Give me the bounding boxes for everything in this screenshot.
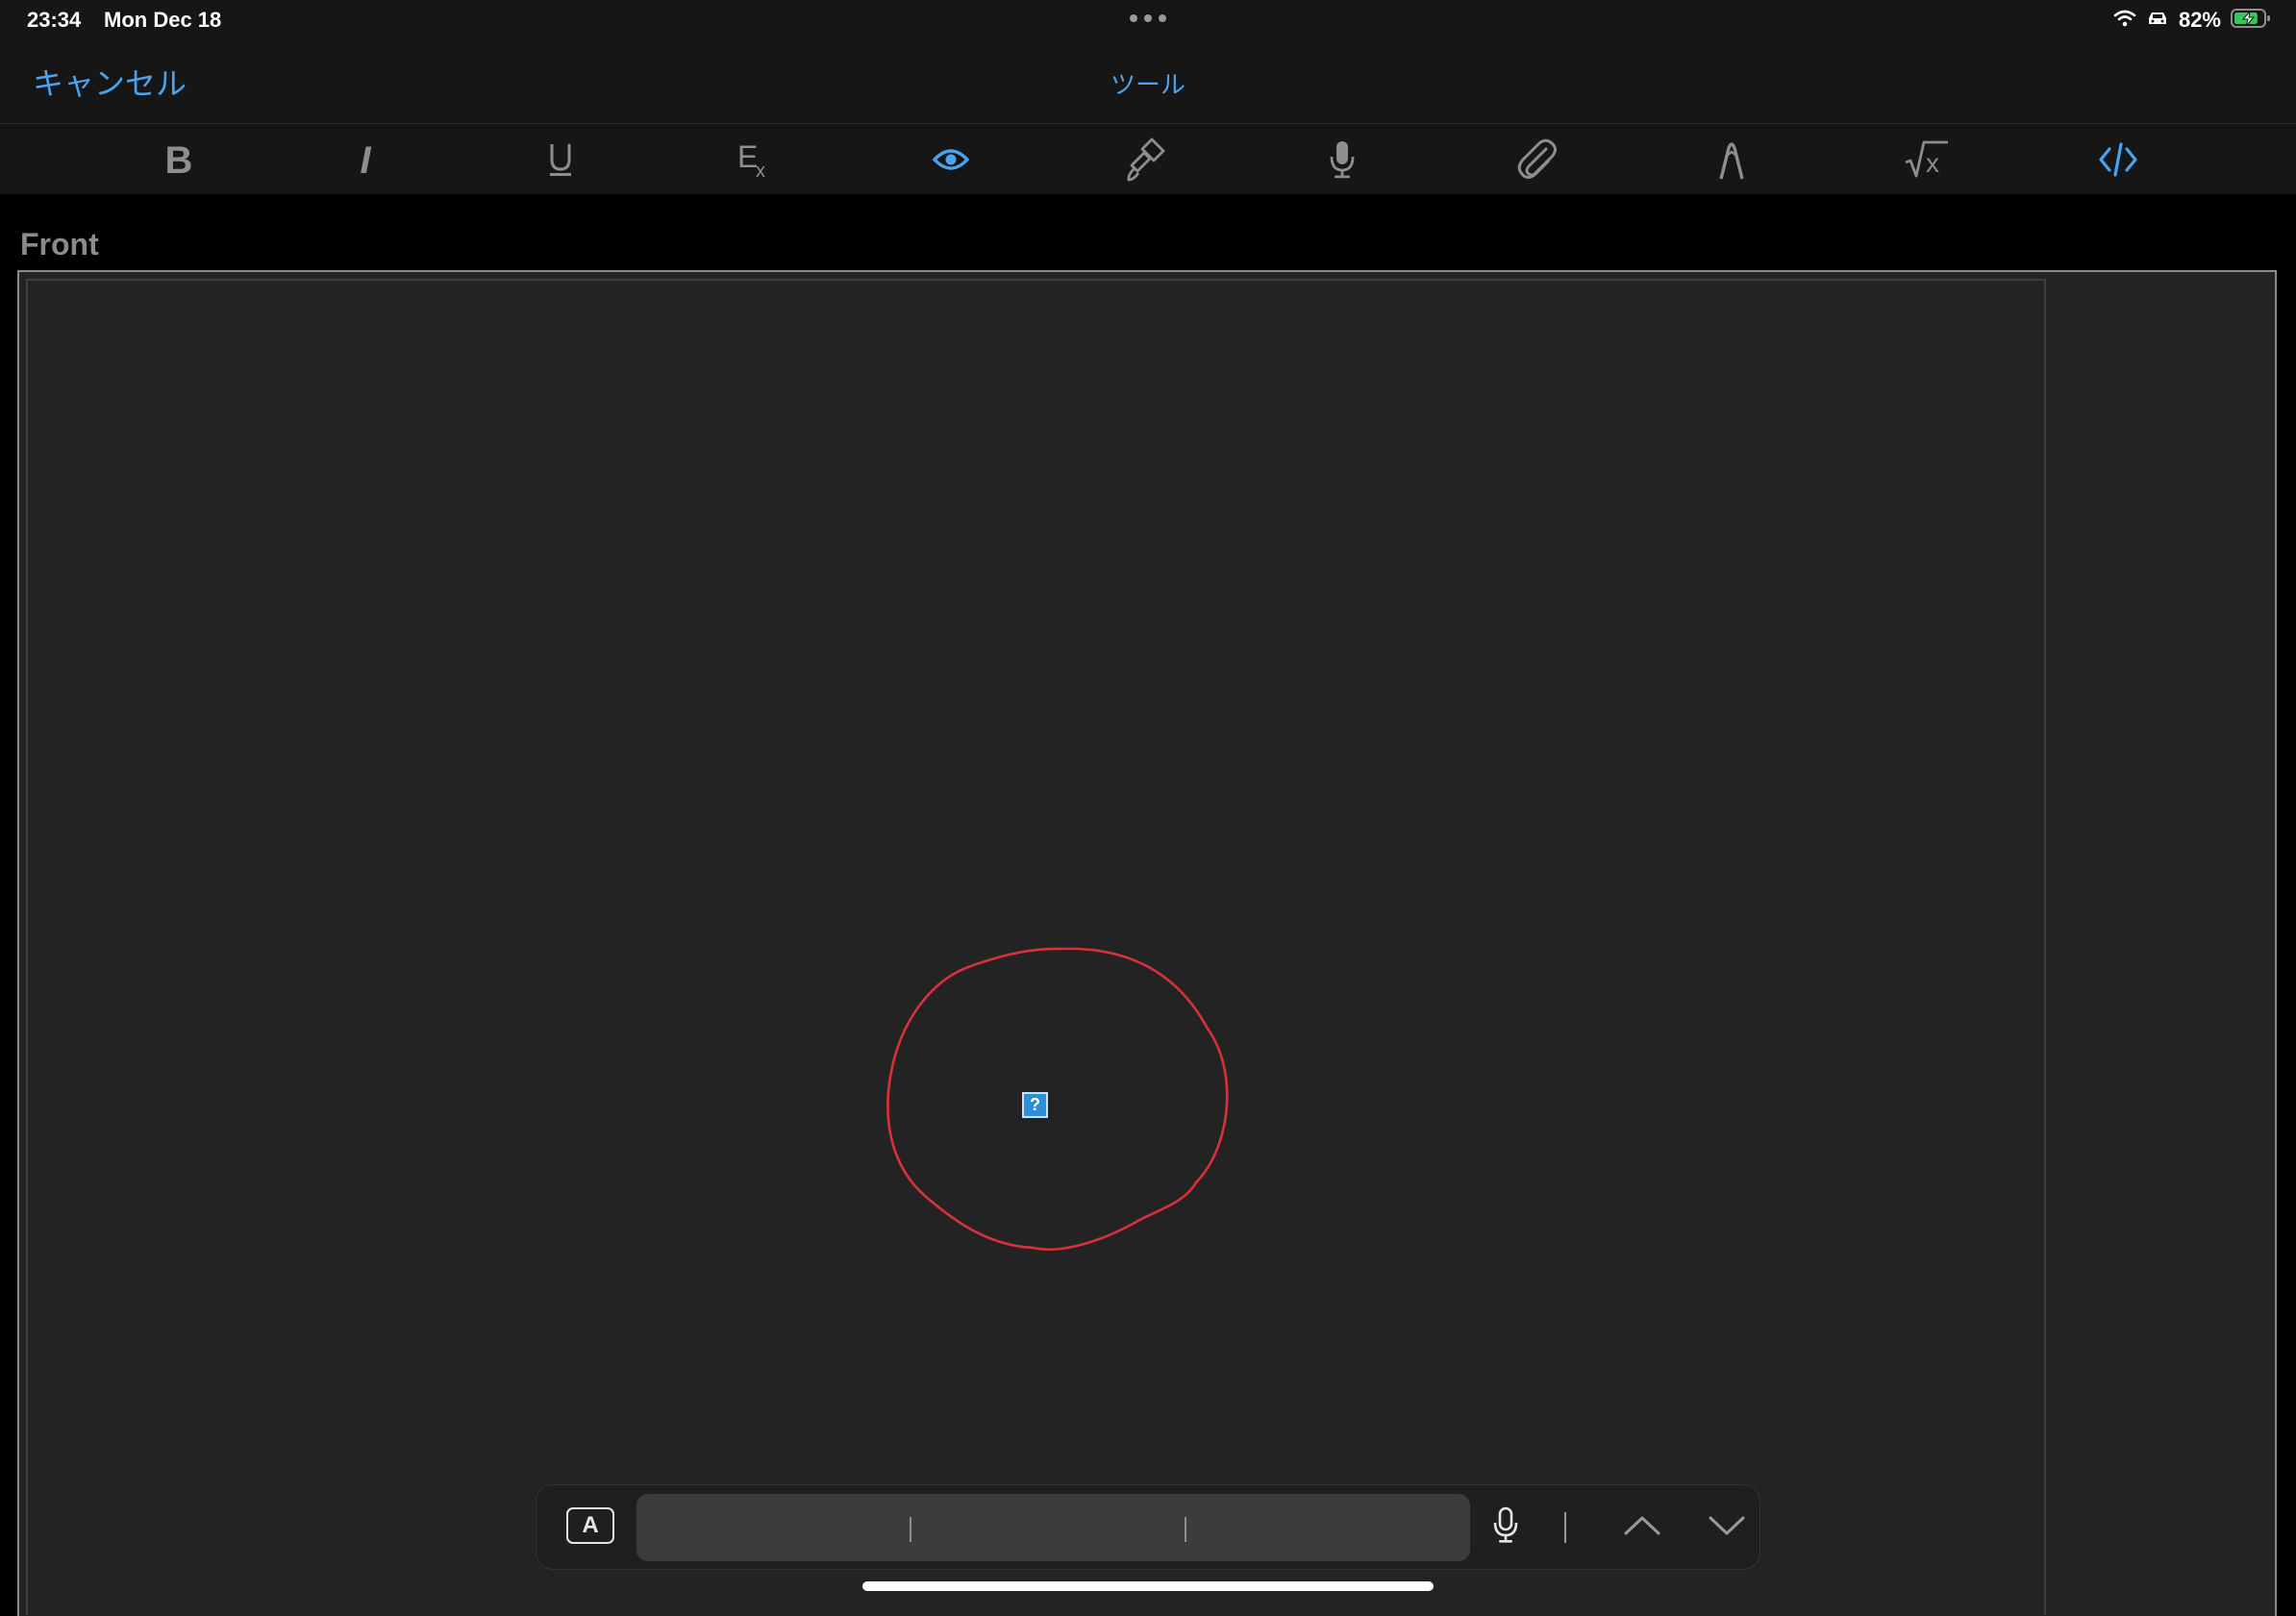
toolbar-divider xyxy=(1564,1512,1566,1543)
svg-text:I: I xyxy=(360,140,371,179)
text-color-button[interactable] xyxy=(1108,124,1185,194)
status-bar: 23:34 Mon Dec 18 82% xyxy=(0,0,2296,40)
suggestion-separator xyxy=(910,1517,911,1542)
underline-icon xyxy=(543,140,578,179)
code-icon xyxy=(2099,140,2137,179)
svg-text:B: B xyxy=(165,140,193,179)
wifi-icon xyxy=(2113,10,2136,32)
clear-formatting-button[interactable]: E x xyxy=(715,124,792,194)
pen-nib-icon xyxy=(1716,138,1747,181)
italic-button[interactable]: I xyxy=(327,124,404,194)
broken-image-icon[interactable]: ? xyxy=(1022,1092,1048,1118)
format-text-button[interactable]: A xyxy=(566,1507,614,1544)
dictation-button[interactable] xyxy=(1485,1506,1527,1549)
previous-field-button[interactable] xyxy=(1619,1506,1665,1549)
paintbrush-icon xyxy=(1125,137,1167,182)
car-icon xyxy=(2146,10,2169,32)
eye-icon xyxy=(932,145,970,174)
preview-button[interactable] xyxy=(912,124,989,194)
chevron-up-icon xyxy=(1623,1514,1661,1542)
cancel-button[interactable]: キャンセル xyxy=(33,60,187,104)
record-audio-button[interactable] xyxy=(1304,124,1381,194)
svg-text:x: x xyxy=(756,161,765,179)
attach-button[interactable] xyxy=(1498,124,1575,194)
svg-text:x: x xyxy=(1926,148,1939,178)
field-label: Front xyxy=(20,227,99,261)
formatting-toolbar: B I E x x xyxy=(0,124,2296,194)
status-indicators: 82% xyxy=(2113,7,2271,34)
status-date: Mon Dec 18 xyxy=(104,8,222,32)
microphone-icon xyxy=(1491,1506,1520,1550)
bold-icon: B xyxy=(162,140,196,179)
math-button[interactable]: x xyxy=(1888,124,1965,194)
battery-percentage: 82% xyxy=(2178,8,2221,32)
home-indicator[interactable] xyxy=(862,1581,1434,1591)
chevron-down-icon xyxy=(1708,1514,1746,1542)
next-field-button[interactable] xyxy=(1704,1506,1750,1549)
battery-charging-icon xyxy=(2231,8,2271,34)
bold-button[interactable]: B xyxy=(140,124,217,194)
keyboard-shortcut-bar: A xyxy=(536,1484,1760,1570)
paperclip-icon xyxy=(1515,137,1558,182)
clear-formatting-icon: E x xyxy=(735,140,773,179)
predictive-text-bar[interactable] xyxy=(636,1494,1470,1561)
navigation-bar: キャンセル ツール xyxy=(0,40,2296,124)
tools-menu-button[interactable]: ツール xyxy=(1052,65,1244,101)
square-root-icon: x xyxy=(1904,139,1950,180)
html-editor-button[interactable] xyxy=(2080,124,2157,194)
editor-content[interactable] xyxy=(26,279,2046,1615)
status-time: 23:34 xyxy=(27,8,82,32)
suggestion-separator xyxy=(1185,1517,1186,1542)
microphone-icon xyxy=(1327,139,1358,180)
multitasking-dots[interactable] xyxy=(1130,14,1166,22)
draw-button[interactable] xyxy=(1693,124,1770,194)
italic-icon: I xyxy=(348,140,383,179)
underline-button[interactable] xyxy=(522,124,599,194)
